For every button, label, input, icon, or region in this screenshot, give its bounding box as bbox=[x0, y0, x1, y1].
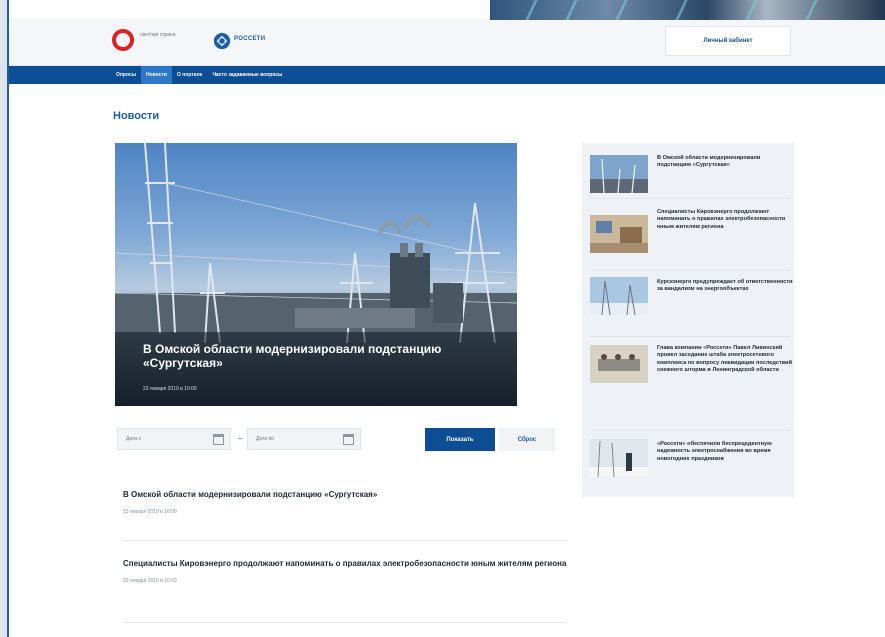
page-title: Новости bbox=[113, 110, 160, 122]
divider bbox=[123, 622, 567, 623]
calendar-icon[interactable] bbox=[213, 434, 224, 445]
date-from-placeholder: Дата с bbox=[126, 436, 141, 442]
nav-item-polls[interactable]: Опросы bbox=[111, 66, 141, 84]
news-thumbnail bbox=[590, 155, 648, 193]
sidebar-news-text[interactable]: «Россети» обеспечили беспрецедентную над… bbox=[657, 441, 793, 463]
hero-title[interactable]: В Омской области модернизировали подстан… bbox=[143, 342, 503, 370]
date-to-placeholder: Дата по bbox=[256, 436, 274, 442]
date-to-field[interactable]: Дата по bbox=[247, 428, 361, 450]
nav-item-faq[interactable]: Часто задаваемые вопросы bbox=[207, 66, 287, 84]
date-from-field[interactable]: Дата с bbox=[117, 428, 231, 450]
divider bbox=[123, 540, 567, 541]
decorative-photo-strip bbox=[490, 0, 885, 20]
hero-date: 23 января 2019 в 10:00 bbox=[143, 386, 197, 392]
main-nav: Опросы Новости О портале Часто задаваемы… bbox=[9, 66, 885, 84]
news-title[interactable]: Специалисты Кировэнерго продолжают напом… bbox=[123, 558, 567, 569]
logo-text: светлая страна bbox=[140, 32, 176, 38]
sidebar-news-text[interactable]: Курскэнерго предупреждает об ответственн… bbox=[657, 279, 793, 294]
sidebar-news-text[interactable]: Специалисты Кировэнерго продолжают напом… bbox=[657, 209, 793, 231]
sidebar-news-item[interactable]: Курскэнерго предупреждает об ответственн… bbox=[590, 273, 793, 337]
site-header: светлая страна РОССЕТИ Личный кабинет bbox=[9, 18, 885, 66]
news-list-item[interactable]: Специалисты Кировэнерго продолжают напом… bbox=[123, 558, 567, 584]
news-date: 23 января 2019 в 10:00 bbox=[123, 578, 177, 584]
sidebar-news-item[interactable]: «Россети» обеспечили беспрецедентную над… bbox=[590, 435, 790, 491]
news-thumbnail bbox=[590, 345, 648, 383]
date-separator: – bbox=[238, 434, 243, 443]
sidebar-news-text[interactable]: В Омской области модернизировали подстан… bbox=[657, 155, 793, 170]
rosseti-brand-text: РОССЕТИ bbox=[234, 36, 266, 42]
news-list-item[interactable]: В Омской области модернизировали подстан… bbox=[123, 489, 567, 515]
news-title[interactable]: В Омской области модернизировали подстан… bbox=[123, 489, 567, 500]
nav-item-news[interactable]: Новости bbox=[141, 66, 172, 84]
svetlaya-strana-logo-icon[interactable] bbox=[112, 29, 134, 51]
sidebar-news-list: В Омской области модернизировали подстан… bbox=[582, 143, 794, 497]
rosseti-logo-icon[interactable] bbox=[213, 32, 231, 50]
calendar-icon[interactable] bbox=[343, 434, 354, 445]
news-date: 23 января 2019 в 10:00 bbox=[123, 509, 177, 515]
news-thumbnail bbox=[590, 215, 648, 253]
personal-cabinet-button[interactable]: Личный кабинет bbox=[665, 26, 791, 56]
show-button[interactable]: Показать bbox=[425, 428, 495, 451]
news-thumbnail bbox=[590, 277, 648, 315]
news-thumbnail bbox=[590, 439, 648, 477]
nav-item-about[interactable]: О портале bbox=[172, 66, 207, 84]
sidebar-news-text[interactable]: Глава компании «Россети» Павел Ливинский… bbox=[657, 345, 793, 375]
sidebar-news-item[interactable]: Специалисты Кировэнерго продолжают напом… bbox=[590, 203, 790, 271]
browser-page: светлая страна РОССЕТИ Личный кабинет Оп… bbox=[7, 0, 885, 637]
sidebar-news-item[interactable]: В Омской области модернизировали подстан… bbox=[590, 149, 790, 199]
reset-button[interactable]: Сброс bbox=[499, 428, 555, 451]
sidebar-news-item[interactable]: Глава компании «Россети» Павел Ливинский… bbox=[590, 339, 793, 431]
